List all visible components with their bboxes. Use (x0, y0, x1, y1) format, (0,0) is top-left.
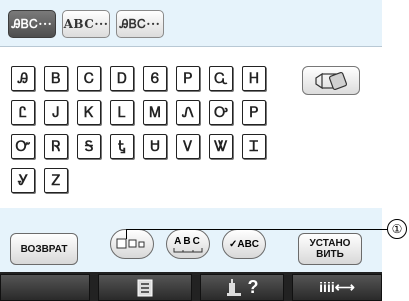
char-key[interactable]: Ꮕ (11, 134, 35, 159)
back-button[interactable]: ВОЗВРАТ (10, 233, 78, 265)
erase-button[interactable] (302, 66, 360, 95)
list-icon (137, 279, 153, 296)
char-key[interactable]: Ꮑ (176, 100, 200, 125)
char-key[interactable]: Ꮾ (143, 66, 167, 91)
char-key[interactable]: Ꮲ (242, 100, 266, 125)
character-grid: Ꭿ Ᏼ Ꮯ Ꭰ Ꮾ Ꮲ Ꮹ Ꮋ Ꮭ Ꭻ Ꮶ Ꮮ Ꮇ Ꮑ Ꭴ Ꮲ Ꮕ Ꮢ Ꭶ Ꮏ … (0, 46, 382, 209)
list-button[interactable] (98, 274, 192, 301)
char-key[interactable]: Ꭶ (77, 134, 101, 159)
char-key[interactable]: Ꮮ (110, 100, 134, 125)
font-tab-3[interactable]: ᎯᏴᏟ··· (116, 10, 164, 38)
char-key[interactable]: Ꮤ (209, 134, 233, 159)
help-label: ? (247, 277, 259, 297)
callout-line-vertical (126, 229, 127, 239)
font-tab-bar: ᎯᏴᏟ··· ABC··· ᎯᏴᏟ··· (0, 0, 382, 46)
size-toggle-button[interactable] (110, 229, 154, 259)
char-key[interactable]: Ꮯ (77, 66, 101, 91)
set-label-line2: ВИТЬ (316, 249, 344, 260)
eraser-icon (315, 71, 348, 90)
help-button[interactable]: ? (200, 274, 284, 301)
char-key[interactable]: Ꮖ (242, 134, 266, 159)
char-key[interactable]: Ꮭ (11, 100, 35, 125)
char-key[interactable]: Ᏼ (44, 66, 68, 91)
char-key[interactable]: Ꭰ (110, 66, 134, 91)
font-tab-2[interactable]: ABC··· (62, 10, 110, 38)
callout-line (126, 229, 392, 230)
char-key[interactable]: Ꮲ (176, 66, 200, 91)
bottom-empty-segment (0, 274, 90, 301)
char-key[interactable]: Ꮜ (143, 134, 167, 159)
char-key[interactable]: Ꮍ (11, 168, 35, 193)
set-label-line1: УСТАНО (309, 238, 351, 249)
spacing-label: ABC (174, 235, 202, 247)
set-button[interactable]: УСТАНО ВИТЬ (298, 233, 362, 265)
font-tab-1[interactable]: ᎯᏴᏟ··· (8, 10, 56, 38)
char-key[interactable]: Ꮶ (77, 100, 101, 125)
char-key[interactable]: Ꮢ (44, 134, 68, 159)
char-key[interactable]: Ꮩ (176, 134, 200, 159)
char-key[interactable]: Ꮋ (242, 66, 266, 91)
width-arrows-icon: iiii⟷ (319, 279, 355, 295)
size-squares-icon (116, 238, 145, 249)
char-key[interactable]: Ꮹ (209, 66, 233, 91)
check-abc-button[interactable]: ✓ABC (222, 229, 266, 259)
app-screen: ᎯᏴᏟ··· ABC··· ᎯᏴᏟ··· Ꭿ Ᏼ Ꮯ Ꭰ Ꮾ Ꮲ Ꮹ Ꮋ Ꮭ Ꭻ… (0, 0, 382, 301)
letter-spacing-button[interactable]: ABC (166, 229, 210, 259)
char-key[interactable]: Ꭿ (11, 66, 35, 91)
bottom-toolbar: ? iiii⟷ (0, 272, 382, 301)
char-key[interactable]: Ꮓ (44, 168, 68, 193)
callout-number: ① (387, 219, 407, 239)
char-key[interactable]: Ꭴ (209, 100, 233, 125)
embroidery-help-icon (226, 278, 241, 296)
width-button[interactable]: iiii⟷ (292, 274, 382, 301)
char-key[interactable]: Ꮏ (110, 134, 134, 159)
letter-spacing-icon (173, 247, 203, 252)
char-key[interactable]: Ꮇ (143, 100, 167, 125)
char-key[interactable]: Ꭻ (44, 100, 68, 125)
control-panel: ВОЗВРАТ ABC ✓ABC УСТАНО ВИТЬ (0, 208, 382, 272)
